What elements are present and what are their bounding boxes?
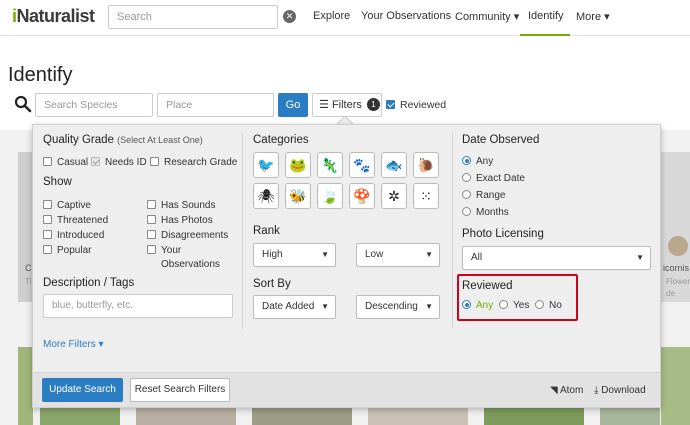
rank-low-select[interactable]: Low ▼ bbox=[356, 243, 440, 267]
chevron-down-icon: ▼ bbox=[321, 250, 329, 259]
chevron-down-icon: ▾ bbox=[513, 11, 520, 23]
sort-order-select[interactable]: Descending ▼ bbox=[356, 295, 440, 319]
quality-casual-checkbox[interactable]: Casual bbox=[43, 157, 88, 168]
observation-card-title: C bbox=[25, 263, 32, 273]
show-has-sounds-checkbox[interactable]: Has Sounds bbox=[147, 200, 215, 211]
observation-card[interactable] bbox=[600, 408, 660, 425]
reptiles-icon[interactable]: 🦎 bbox=[317, 152, 343, 178]
reviewed-any-radio[interactable]: Any bbox=[462, 300, 493, 311]
chevron-down-icon: ▼ bbox=[425, 250, 433, 259]
observation-card[interactable] bbox=[40, 408, 120, 425]
avatar[interactable] bbox=[668, 236, 688, 256]
nav-identify[interactable]: Identify bbox=[528, 10, 563, 22]
observation-card-title: icornis bbox=[663, 263, 690, 273]
show-your-observations-checkbox[interactable]: Your bbox=[147, 245, 181, 256]
reviewed-no-radio[interactable]: No bbox=[535, 300, 562, 311]
quality-needs-id-checkbox[interactable]: Needs ID bbox=[91, 157, 147, 168]
site-search-input[interactable]: Search bbox=[108, 5, 278, 29]
column-divider bbox=[452, 133, 453, 329]
download-link[interactable]: ⤓ Download bbox=[594, 385, 646, 396]
insects-icon[interactable]: 🐝 bbox=[285, 183, 311, 209]
chevron-down-icon: ▼ bbox=[425, 302, 433, 311]
description-tags-input[interactable]: blue, butterfly, etc. bbox=[43, 294, 233, 318]
mollusks-icon[interactable]: 🐌 bbox=[413, 152, 439, 178]
observation-card-subtitle: de bbox=[666, 289, 675, 298]
active-nav-indicator bbox=[520, 34, 570, 36]
nav-community[interactable]: Community ▾ bbox=[455, 10, 519, 23]
quality-grade-heading: Quality Grade (Select At Least One) bbox=[43, 134, 203, 146]
observation-card-subtitle: Flower bbox=[666, 277, 690, 286]
filters-popover: Quality Grade (Select At Least One) Casu… bbox=[32, 124, 661, 408]
show-popular-checkbox[interactable]: Popular bbox=[43, 245, 91, 256]
page-title: Identify bbox=[8, 64, 73, 86]
categories-heading: Categories bbox=[253, 134, 309, 146]
inaturalist-logo[interactable]: iNaturalist bbox=[12, 6, 95, 27]
checkbox-checked[interactable] bbox=[386, 100, 395, 109]
reviewed-checkbox[interactable]: Reviewed bbox=[386, 99, 446, 111]
download-icon: ⤓ bbox=[594, 385, 599, 396]
update-search-button[interactable]: Update Search bbox=[42, 378, 123, 402]
show-heading: Show bbox=[43, 176, 72, 188]
sort-field-select[interactable]: Date Added ▼ bbox=[253, 295, 336, 319]
show-introduced-checkbox[interactable]: Introduced bbox=[43, 230, 104, 241]
quality-research-grade-checkbox[interactable]: Research Grade bbox=[150, 157, 237, 168]
date-exact-radio[interactable]: Exact Date bbox=[462, 173, 525, 184]
observation-card[interactable] bbox=[18, 347, 33, 425]
reviewed-heading: Reviewed bbox=[462, 280, 513, 292]
arachnids-icon[interactable]: 🕷 bbox=[253, 183, 279, 209]
nav-explore[interactable]: Explore bbox=[313, 10, 350, 22]
popover-footer: Update Search Reset Search Filters ◥ Ato… bbox=[33, 372, 660, 407]
photo-licensing-select[interactable]: All ▼ bbox=[462, 246, 651, 270]
rss-icon: ◥ bbox=[550, 385, 558, 396]
rank-heading: Rank bbox=[253, 225, 280, 237]
chevron-down-icon: ▼ bbox=[321, 302, 329, 311]
rank-high-select[interactable]: High ▼ bbox=[253, 243, 336, 267]
fungi-icon[interactable]: 🍄 bbox=[349, 183, 375, 209]
search-icon bbox=[14, 95, 32, 113]
fish-icon[interactable]: 🐟 bbox=[381, 152, 407, 178]
nav-your-observations[interactable]: Your Observations bbox=[361, 10, 451, 22]
observation-card-subtitle: Ti bbox=[25, 277, 32, 286]
protozoans-icon[interactable]: ✲ bbox=[381, 183, 407, 209]
birds-icon[interactable]: 🐦 bbox=[253, 152, 279, 178]
chevron-down-icon: ▾ bbox=[604, 11, 610, 23]
chevron-down-icon: ▼ bbox=[636, 253, 644, 262]
species-search-input[interactable]: Search Species bbox=[35, 93, 153, 117]
column-divider bbox=[242, 133, 243, 329]
observation-card[interactable] bbox=[484, 408, 584, 425]
sort-by-heading: Sort By bbox=[253, 278, 291, 290]
reset-search-filters-button[interactable]: Reset Search Filters bbox=[130, 378, 230, 402]
nav-more[interactable]: More ▾ bbox=[576, 10, 610, 23]
observation-card[interactable] bbox=[661, 347, 690, 425]
show-threatened-checkbox[interactable]: Threatened bbox=[43, 215, 108, 226]
unknown-icon[interactable]: ⁙ bbox=[413, 183, 439, 209]
date-any-radio[interactable]: Any bbox=[462, 156, 493, 167]
reviewed-yes-radio[interactable]: Yes bbox=[499, 300, 529, 311]
filters-count-badge: 1 bbox=[366, 98, 380, 111]
plants-icon[interactable]: 🍃 bbox=[317, 183, 343, 209]
mammals-icon[interactable]: 🐾 bbox=[349, 152, 375, 178]
date-observed-heading: Date Observed bbox=[462, 134, 540, 146]
show-captive-checkbox[interactable]: Captive bbox=[43, 200, 91, 211]
amphibians-icon[interactable]: 🐸 bbox=[285, 152, 311, 178]
top-navbar: iNaturalist Search ✕ Explore Your Observ… bbox=[0, 0, 690, 36]
atom-feed-link[interactable]: ◥ Atom bbox=[550, 385, 583, 396]
more-filters-link[interactable]: More Filters ▾ bbox=[43, 339, 104, 350]
observation-card[interactable] bbox=[368, 408, 468, 425]
filters-button[interactable]: ☰ Filters 1 bbox=[312, 93, 382, 117]
show-disagreements-checkbox[interactable]: Disagreements bbox=[147, 230, 228, 241]
sliders-icon: ☰ bbox=[319, 99, 329, 111]
show-has-photos-checkbox[interactable]: Has Photos bbox=[147, 215, 213, 226]
go-button[interactable]: Go bbox=[278, 93, 308, 117]
place-input[interactable]: Place bbox=[157, 93, 274, 117]
description-tags-heading: Description / Tags bbox=[43, 277, 135, 289]
clear-search-icon[interactable]: ✕ bbox=[283, 10, 296, 23]
date-months-radio[interactable]: Months bbox=[462, 207, 509, 218]
date-range-radio[interactable]: Range bbox=[462, 190, 505, 201]
photo-licensing-heading: Photo Licensing bbox=[462, 228, 544, 240]
observation-card[interactable] bbox=[136, 408, 236, 425]
show-your-observations-label: Observations bbox=[161, 259, 220, 270]
observation-card[interactable] bbox=[252, 408, 352, 425]
